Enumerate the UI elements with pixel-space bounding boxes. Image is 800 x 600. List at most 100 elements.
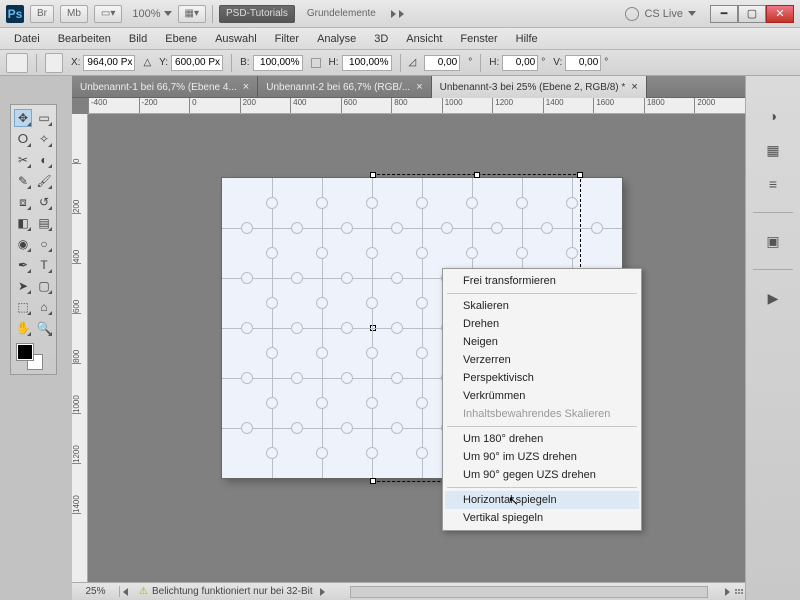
play-icon[interactable]: ▶ — [761, 288, 785, 308]
shape-tool[interactable]: ▢ — [35, 277, 53, 295]
delta-icon[interactable]: △ — [143, 57, 151, 68]
ctx-drehen[interactable]: Drehen — [445, 315, 639, 333]
ctx-frei-transformieren[interactable]: Frei transformieren — [445, 272, 639, 290]
canvas-area: -400-20002004006008001000120014001600180… — [72, 98, 745, 582]
stamp-tool[interactable]: ⧈ — [14, 193, 32, 211]
main-area: Unbenannt-1 bei 66,7% (Ebene 4...×Unbena… — [0, 76, 800, 600]
dodge-tool[interactable]: ○ — [35, 235, 53, 253]
skew-h-field[interactable] — [502, 55, 538, 71]
ctx-um-90-gegen-uzs-drehen[interactable]: Um 90° gegen UZS drehen — [445, 466, 639, 484]
zoom-dropdown[interactable]: 100% — [132, 8, 171, 20]
screen-mode-button[interactable]: ▭▾ — [94, 5, 122, 23]
toolbox: ✥▭ⵔ✧✂◐✎🖌⧈↺◧▤◉○✒T➤▢⬚⌂✋🔍 — [10, 104, 57, 375]
close-icon[interactable]: × — [243, 81, 249, 93]
arrange-docs-button[interactable]: ▦▾ — [178, 5, 206, 23]
ctx-um-90-im-uzs-drehen[interactable]: Um 90° im UZS drehen — [445, 448, 639, 466]
b-label: B: — [240, 57, 249, 68]
document-tab[interactable]: Unbenannt-3 bei 25% (Ebene 2, RGB/8) *× — [432, 76, 647, 98]
handle-n[interactable] — [474, 172, 480, 178]
handle-ne[interactable] — [577, 172, 583, 178]
hand-tool[interactable]: ✋ — [14, 319, 32, 337]
document-tab[interactable]: Unbenannt-2 bei 66,7% (RGB/...× — [258, 76, 431, 98]
ctx-horizontal-spiegeln[interactable]: Horizontal↖ spiegeln — [445, 491, 639, 509]
blur-tool[interactable]: ◉ — [14, 235, 32, 253]
close-icon[interactable]: × — [631, 81, 637, 93]
handle-sw[interactable] — [370, 478, 376, 484]
handle-nw[interactable] — [370, 172, 376, 178]
zoom-tool[interactable]: 🔍 — [35, 319, 53, 337]
ctx-skalieren[interactable]: Skalieren — [445, 297, 639, 315]
menu-auswahl[interactable]: Auswahl — [207, 31, 265, 47]
history-brush-tool[interactable]: ↺ — [35, 193, 53, 211]
workspace-grundelemente[interactable]: Grundelemente — [301, 5, 382, 23]
ctx-neigen[interactable]: Neigen — [445, 333, 639, 351]
3d-tool[interactable]: ⬚ — [14, 298, 32, 316]
width-field[interactable] — [253, 55, 303, 71]
adjust-icon[interactable]: ≡ — [761, 174, 785, 194]
pen-tool[interactable]: ✒ — [14, 256, 32, 274]
scroll-right-icon[interactable] — [725, 588, 730, 596]
magic-wand-tool[interactable]: ✧ — [35, 130, 53, 148]
menu-filter[interactable]: Filter — [267, 31, 307, 47]
ruler-horizontal[interactable]: -400-20002004006008001000120014001600180… — [88, 98, 745, 114]
cslive-button[interactable]: CS Live — [625, 7, 696, 21]
close-icon[interactable]: × — [416, 81, 422, 93]
menu-fenster[interactable]: Fenster — [452, 31, 505, 47]
healing-brush-tool[interactable]: ✎ — [14, 172, 32, 190]
eraser-tool[interactable]: ◧ — [14, 214, 32, 232]
close-button[interactable]: ✕ — [766, 5, 794, 23]
titlebar: Ps Br Mb ▭▾ 100% ▦▾ PSD-Tutorials Grunde… — [0, 0, 800, 28]
menu-bearbeiten[interactable]: Bearbeiten — [50, 31, 119, 47]
more-workspaces-icon[interactable] — [388, 10, 404, 18]
menu-bild[interactable]: Bild — [121, 31, 155, 47]
maximize-button[interactable]: ▢ — [738, 5, 766, 23]
ctx-verkr-mmen[interactable]: Verkrümmen — [445, 387, 639, 405]
angle-field[interactable] — [424, 55, 460, 71]
ruler-vertical[interactable]: 0200400600800100012001400 — [72, 114, 88, 582]
y-field[interactable] — [171, 55, 223, 71]
minimize-button[interactable]: ━ — [710, 5, 738, 23]
masks-icon[interactable]: ▣ — [761, 231, 785, 251]
reference-point-selector[interactable] — [45, 53, 63, 73]
move-tool[interactable]: ✥ — [14, 109, 32, 127]
swatches-icon[interactable]: ▦ — [761, 140, 785, 160]
crop-tool[interactable]: ✂ — [14, 151, 32, 169]
horizontal-scrollbar[interactable] — [350, 586, 708, 598]
panel-grip[interactable] — [0, 76, 72, 90]
marquee-tool[interactable]: ▭ — [35, 109, 53, 127]
document-tab[interactable]: Unbenannt-1 bei 66,7% (Ebene 4...× — [72, 76, 258, 98]
menu-datei[interactable]: Datei — [6, 31, 48, 47]
link-icon[interactable] — [311, 58, 321, 68]
bridge-button[interactable]: Br — [30, 5, 54, 23]
ctx-verzerren[interactable]: Verzerren — [445, 351, 639, 369]
status-zoom[interactable]: 25% — [72, 586, 120, 597]
y-label: Y: — [159, 57, 168, 68]
tool-preset-button[interactable] — [6, 53, 28, 73]
height-field[interactable] — [342, 55, 392, 71]
ctx-um-180-drehen[interactable]: Um 180° drehen — [445, 430, 639, 448]
menu-ebene[interactable]: Ebene — [157, 31, 205, 47]
brush-tool[interactable]: 🖌 — [35, 172, 53, 190]
workspace-tutorials[interactable]: PSD-Tutorials — [219, 5, 295, 23]
x-field[interactable] — [83, 55, 135, 71]
menu-analyse[interactable]: Analyse — [309, 31, 364, 47]
type-tool[interactable]: T — [35, 256, 53, 274]
status-chevron-icon[interactable] — [320, 588, 325, 596]
menu-hilfe[interactable]: Hilfe — [508, 31, 546, 47]
ctx-perspektivisch[interactable]: Perspektivisch — [445, 369, 639, 387]
path-select-tool[interactable]: ➤ — [14, 277, 32, 295]
3d-camera-tool[interactable]: ⌂ — [35, 298, 53, 316]
menu-3d[interactable]: 3D — [366, 31, 396, 47]
minibridge-button[interactable]: Mb — [60, 5, 88, 23]
scroll-left-icon[interactable] — [123, 588, 128, 596]
foreground-color[interactable] — [17, 344, 33, 360]
resize-grip[interactable] — [733, 587, 745, 596]
color-icon[interactable]: ◑ — [761, 106, 785, 126]
eyedropper-tool[interactable]: ◐ — [35, 151, 53, 169]
color-swatches[interactable] — [14, 342, 53, 370]
menu-ansicht[interactable]: Ansicht — [398, 31, 450, 47]
ctx-vertikal-spiegeln[interactable]: Vertikal spiegeln — [445, 509, 639, 527]
lasso-tool[interactable]: ⵔ — [14, 130, 32, 148]
gradient-tool[interactable]: ▤ — [35, 214, 53, 232]
skew-v-field[interactable] — [565, 55, 601, 71]
